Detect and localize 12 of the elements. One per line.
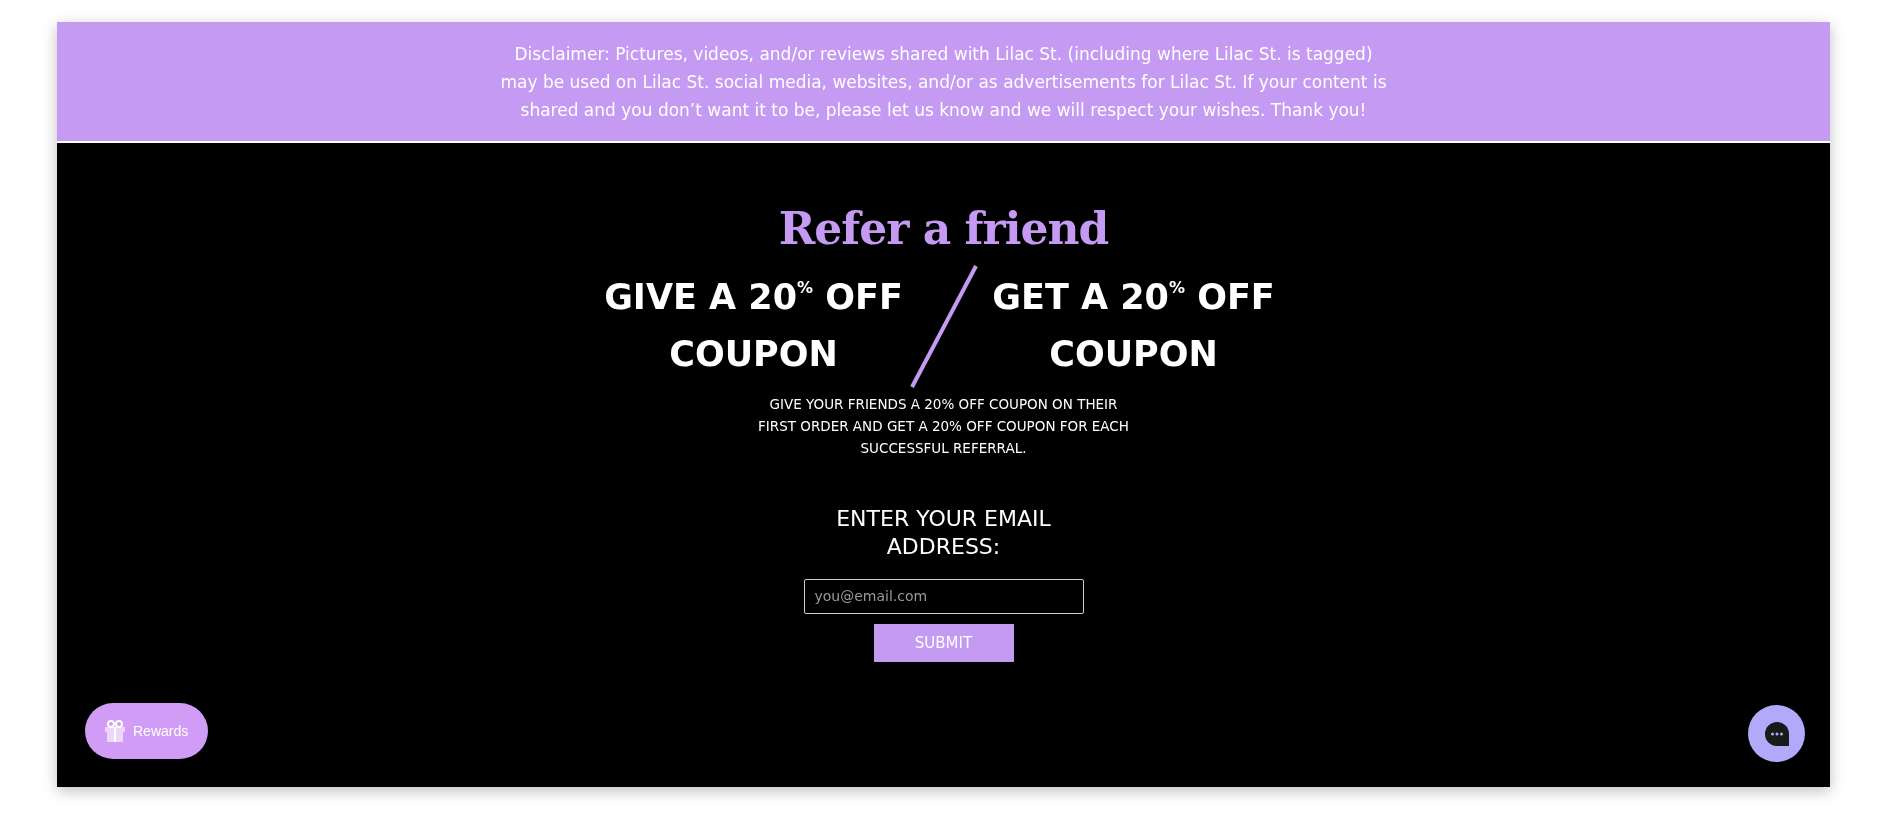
email-prompt: ENTER YOUR EMAIL ADDRESS: — [835, 504, 1052, 561]
submit-button[interactable]: SUBMIT — [873, 623, 1014, 662]
offer-heading: GIVE A 20$^{%}$ OFF COUPON — [603, 276, 904, 377]
gift-icon — [103, 719, 127, 743]
chat-icon — [1762, 719, 1791, 748]
section-title: Refer a friend — [778, 203, 1109, 256]
disclaimer-text: Disclaimer: Pictures, videos, and/or reviews shared with Lilac St. (including where Lilac St. is tagged) may be used on Lilac St. social media, websites, and/or as advertisements for Lilac St. If your content is shared and you don’t want it to be, please let us know and we will respect your wishes. Thank you! — [499, 42, 1388, 122]
rewards-button[interactable]: Rewards — [85, 703, 208, 759]
offer-heading: GET A 20$^{%}$ OFF COUPON — [991, 276, 1276, 377]
chat-button[interactable] — [1748, 705, 1805, 762]
email-field[interactable]: you@email.com — [803, 578, 1084, 614]
description-text: GIVE YOUR FRIENDS A 20% OFF COUPON ON THEIR FIRST ORDER AND GET A 20% OFF COUPON FOR EACH SUCCESSFUL REFERRAL. — [757, 394, 1130, 458]
